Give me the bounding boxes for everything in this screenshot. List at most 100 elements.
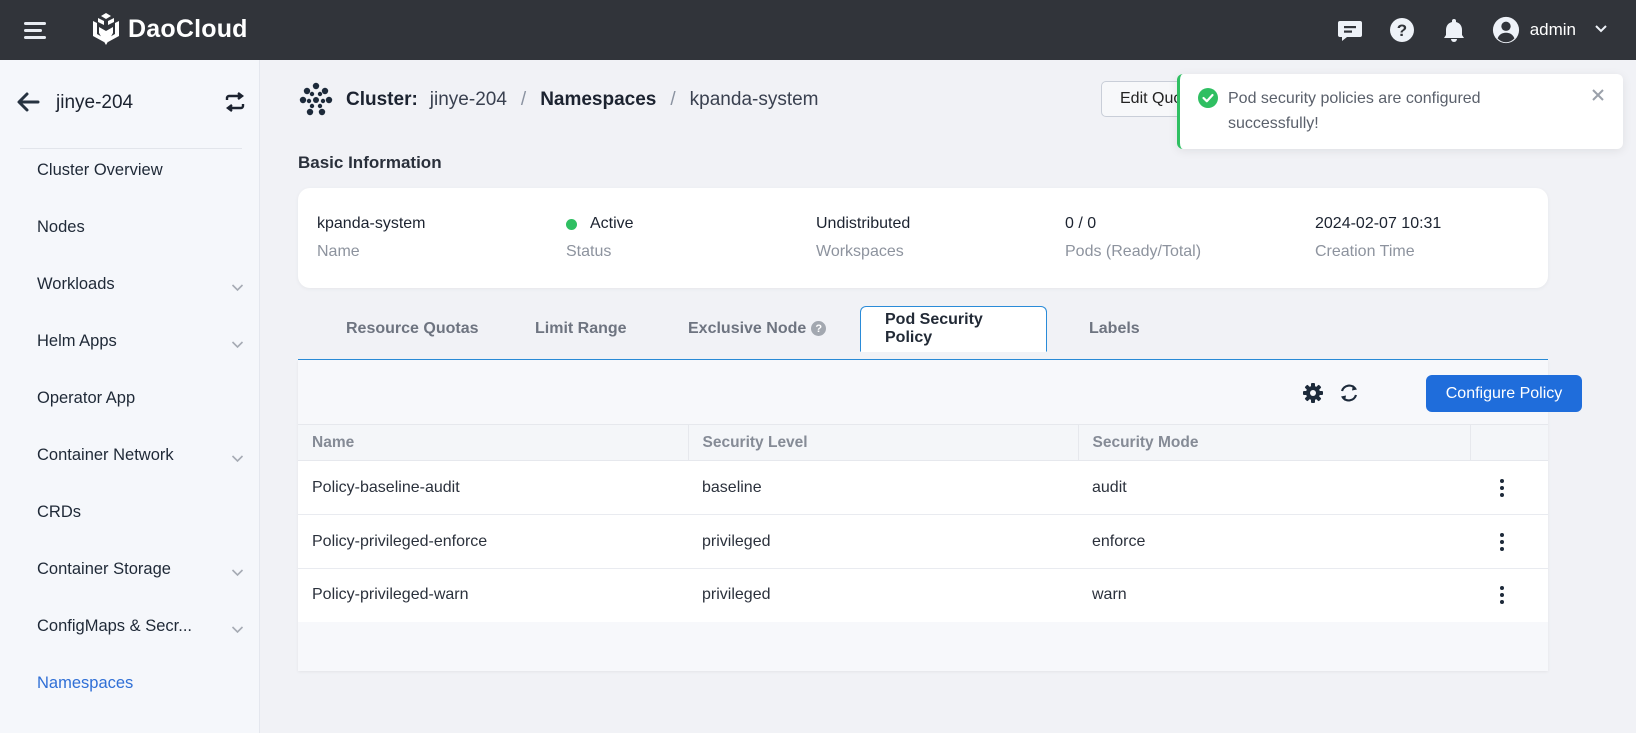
brand-name: DaoCloud bbox=[128, 14, 248, 43]
sidebar-item-configmaps-secr[interactable]: ConfigMaps & Secr... bbox=[0, 598, 260, 655]
breadcrumb: Cluster: jinye-204 / Namespaces / kpanda… bbox=[298, 82, 819, 118]
more-actions-icon[interactable] bbox=[1497, 586, 1507, 605]
security-level-cell: privileged bbox=[688, 514, 1078, 569]
row-actions-cell bbox=[1470, 568, 1548, 622]
main-content: Cluster: jinye-204 / Namespaces / kpanda… bbox=[260, 60, 1636, 733]
sidebar-item-operator-app[interactable]: Operator App bbox=[0, 370, 260, 427]
cluster-name: jinye-204 bbox=[56, 92, 134, 113]
back-arrow-icon[interactable] bbox=[16, 91, 40, 118]
tab-labels[interactable]: Labels bbox=[1089, 306, 1140, 351]
sidebar-item-label: Workloads bbox=[37, 275, 115, 293]
top-bar: DaoCloud ? admin bbox=[0, 0, 1636, 60]
sidebar-item-workloads[interactable]: Workloads bbox=[0, 256, 260, 313]
sidebar-item-label: CRDs bbox=[37, 503, 81, 521]
settings-gear-icon[interactable] bbox=[1302, 382, 1324, 409]
bell-icon[interactable] bbox=[1440, 16, 1468, 44]
sidebar: jinye-204 Cluster Overview Nodes Workloads… bbox=[0, 60, 260, 733]
creation-time-value: 2024-02-07 10:31 bbox=[1315, 215, 1442, 232]
tab-exclusive-node-label: Exclusive Node bbox=[688, 319, 807, 337]
column-header-security-mode[interactable]: Security Mode bbox=[1078, 424, 1471, 461]
help-icon[interactable]: ? bbox=[811, 321, 827, 336]
close-icon[interactable] bbox=[1591, 88, 1605, 107]
sidebar-item-label: Namespaces bbox=[37, 674, 134, 692]
chevron-down-icon[interactable] bbox=[231, 335, 244, 354]
sidebar-item-nodes[interactable]: Nodes bbox=[0, 199, 260, 256]
switch-cluster-icon[interactable] bbox=[224, 92, 246, 117]
breadcrumb-namespaces-link[interactable]: Namespaces bbox=[540, 89, 656, 111]
user-name[interactable]: admin bbox=[1530, 20, 1576, 40]
breadcrumb-separator: / bbox=[670, 89, 676, 110]
tab-resource-quotas[interactable]: Resource Quotas bbox=[346, 306, 478, 351]
table-row: Policy-privileged-enforce privileged enfor… bbox=[298, 514, 1548, 569]
help-icon[interactable]: ? bbox=[1388, 16, 1416, 44]
column-header-security-level[interactable]: Security Level bbox=[688, 424, 1079, 461]
namespace-name-value: kpanda-system bbox=[317, 215, 426, 232]
breadcrumb-current: kpanda-system bbox=[689, 89, 819, 110]
more-actions-icon[interactable] bbox=[1497, 478, 1507, 497]
chevron-down-icon[interactable] bbox=[231, 563, 244, 582]
column-header-name[interactable]: Name bbox=[298, 424, 689, 461]
basic-information-title: Basic Information bbox=[298, 153, 442, 172]
sidebar-item-container-storage[interactable]: Container Storage bbox=[0, 541, 260, 598]
sidebar-item-label: Container Network bbox=[37, 446, 174, 464]
pods-value: 0 / 0 bbox=[1065, 215, 1097, 232]
info-creation-time: 2024-02-07 10:31 Creation Time bbox=[1315, 214, 1441, 261]
sidebar-item-crds[interactable]: CRDs bbox=[0, 484, 260, 541]
workspaces-label: Workspaces bbox=[816, 243, 904, 260]
breadcrumb-separator: / bbox=[520, 89, 527, 110]
sidebar-item-helm-apps[interactable]: Helm Apps bbox=[0, 313, 260, 370]
chevron-down-icon[interactable] bbox=[231, 620, 244, 639]
tab-exclusive-node[interactable]: Exclusive Node ? bbox=[688, 306, 827, 351]
tab-limit-range[interactable]: Limit Range bbox=[535, 306, 627, 351]
sidebar-item-label: Operator App bbox=[37, 389, 136, 407]
pod-security-policy-panel: Configure Policy Name Security Level Sec… bbox=[298, 360, 1582, 671]
sidebar-item-label: Container Storage bbox=[37, 560, 171, 578]
policy-name-cell: Policy-baseline-audit bbox=[298, 460, 688, 515]
sidebar-nav: Cluster Overview Nodes Workloads Helm Apps O… bbox=[0, 142, 260, 712]
tab-pod-security-policy[interactable]: Pod Security Policy bbox=[860, 306, 1047, 352]
sidebar-item-label: Nodes bbox=[37, 218, 85, 236]
status-dot-icon bbox=[566, 218, 577, 230]
row-actions-cell bbox=[1470, 514, 1548, 569]
workspaces-value: Undistributed bbox=[816, 215, 911, 232]
chevron-down-icon[interactable] bbox=[231, 449, 244, 468]
info-status: Active Status bbox=[566, 214, 634, 261]
info-name: kpanda-system Name bbox=[317, 214, 426, 261]
brand-logo[interactable]: DaoCloud bbox=[90, 12, 248, 46]
status-label: Status bbox=[566, 243, 612, 260]
namespace-name-label: Name bbox=[317, 243, 360, 260]
info-workspaces: Undistributed Workspaces bbox=[816, 214, 910, 261]
more-actions-icon[interactable] bbox=[1497, 532, 1507, 551]
sidebar-item-cluster-overview[interactable]: Cluster Overview bbox=[0, 142, 260, 199]
security-level-cell: privileged bbox=[688, 568, 1078, 622]
creation-time-label: Creation Time bbox=[1315, 243, 1415, 260]
breadcrumb-cluster-label: Cluster: bbox=[346, 89, 418, 110]
policy-name-cell: Policy-privileged-warn bbox=[298, 568, 688, 622]
namespace-tabs: Resource Quotas Limit Range Exclusive No… bbox=[298, 306, 1548, 360]
breadcrumb-cluster-link[interactable]: jinye-204 bbox=[430, 89, 507, 111]
table-row: Policy-baseline-audit baseline audit bbox=[298, 460, 1548, 515]
status-value: Active bbox=[590, 215, 634, 232]
sidebar-item-namespaces[interactable]: Namespaces bbox=[0, 655, 260, 712]
success-check-icon bbox=[1198, 88, 1218, 113]
sidebar-item-label: Cluster Overview bbox=[37, 161, 163, 179]
menu-icon[interactable] bbox=[24, 20, 48, 40]
security-level-cell: baseline bbox=[688, 460, 1078, 515]
sidebar-item-label: ConfigMaps & Secr... bbox=[37, 617, 192, 635]
chevron-down-icon[interactable] bbox=[231, 278, 244, 297]
table-header-row: Name Security Level Security Mode bbox=[298, 424, 1548, 461]
user-menu-chevron-down-icon[interactable] bbox=[1594, 21, 1608, 39]
basic-info-card: kpanda-system Name Active Status Undistr… bbox=[298, 188, 1548, 288]
refresh-icon[interactable] bbox=[1338, 382, 1360, 409]
sidebar-header: jinye-204 bbox=[0, 60, 260, 148]
security-mode-cell: warn bbox=[1078, 568, 1470, 622]
user-avatar-icon[interactable] bbox=[1492, 16, 1520, 44]
row-actions-cell bbox=[1470, 460, 1548, 515]
message-icon[interactable] bbox=[1336, 16, 1364, 44]
configure-policy-button[interactable]: Configure Policy bbox=[1426, 375, 1582, 412]
sidebar-item-container-network[interactable]: Container Network bbox=[0, 427, 260, 484]
policy-table: Name Security Level Security Mode Policy… bbox=[298, 424, 1548, 622]
table-row: Policy-privileged-warn privileged warn bbox=[298, 568, 1548, 622]
toast-message: Pod security policies are configured suc… bbox=[1228, 90, 1481, 132]
info-pods: 0 / 0 Pods (Ready/Total) bbox=[1065, 214, 1201, 261]
